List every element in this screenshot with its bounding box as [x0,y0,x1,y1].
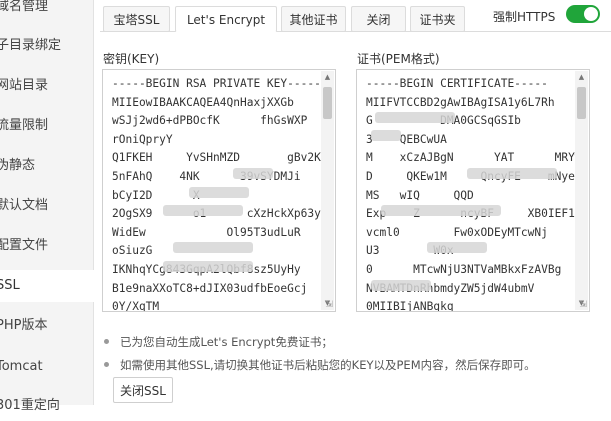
sidebar-item-domain[interactable]: 域名管理 [0,0,93,22]
key-textarea[interactable]: -----BEGIN RSA PRIVATE KEY----- MIIEowIB… [102,69,336,312]
scroll-thumb[interactable] [323,87,332,119]
cert-text: -----BEGIN CERTIFICATE----- MIIFVTCCBD2g… [366,77,578,312]
sidebar-item-default-doc[interactable]: 默认文档 [0,191,93,221]
redaction-blur [427,242,487,253]
redaction-blur [371,130,401,141]
scroll-thumb[interactable] [577,87,586,119]
sidebar-item-subdir[interactable]: 子目录绑定 [0,31,93,61]
sidebar-item-redirect[interactable]: 301重定向 [0,391,93,421]
sidebar-item-config-file[interactable]: 配置文件 [0,231,93,261]
redaction-blur [173,242,253,253]
tab-other-cert[interactable]: 其他证书 [281,6,346,32]
key-scrollbar[interactable]: ▲ ▼ [321,71,334,310]
note-item: 已为您自动生成Let's Encrypt免费证书； [100,334,333,350]
key-label: 密钥(KEY) [103,52,160,66]
tab-bt-ssl[interactable]: 宝塔SSL [103,6,170,32]
tab-lets-encrypt[interactable]: Let's Encrypt [175,6,277,32]
redaction-blur [381,205,501,216]
redaction-blur [163,205,243,216]
close-ssl-button[interactable]: 关闭SSL [113,377,173,403]
tab-cert-folder[interactable]: 证书夹 [410,6,465,32]
bullet-icon [104,362,109,367]
toggle-knob [584,7,598,21]
sidebar-item-site-dir[interactable]: 网站目录 [0,71,93,101]
sidebar-item-rewrite[interactable]: 伪静态 [0,151,93,181]
sidebar-item-php-version[interactable]: PHP版本 [0,311,93,341]
scroll-up-icon[interactable]: ▲ [575,71,588,84]
cert-textarea[interactable]: -----BEGIN CERTIFICATE----- MIIFVTCCBD2g… [356,69,590,312]
redaction-blur [189,187,249,198]
note-item: 如需使用其他SSL,请切换其他证书后粘贴您的KEY以及PEM内容，然后保存即可。 [100,357,536,373]
redaction-blur [375,112,455,123]
bullet-icon [104,339,109,344]
cert-label: 证书(PEM格式) [357,52,440,66]
redaction-blur [233,168,273,179]
sidebar-item-ssl[interactable]: SSL [0,270,94,302]
tab-close[interactable]: 关闭 [351,6,406,32]
cert-scrollbar[interactable]: ▲ ▼ [575,71,588,310]
resize-grip-icon[interactable]: ⇲ [325,300,333,310]
redaction-blur [163,261,253,272]
resize-grip-icon[interactable]: ⇲ [579,300,587,310]
redaction-blur [371,280,431,291]
sidebar-item-traffic-limit[interactable]: 流量限制 [0,111,93,141]
sidebar: 域名管理 子目录绑定 网站目录 流量限制 伪静态 默认文档 配置文件 SSL P… [0,0,94,413]
redaction-blur [467,168,557,179]
force-https-label: 强制HTTPS [493,10,556,24]
force-https-toggle[interactable] [566,5,600,23]
note-text: 已为您自动生成Let's Encrypt免费证书； [120,335,333,349]
sidebar-item-tomcat[interactable]: Tomcat [0,352,93,382]
scroll-up-icon[interactable]: ▲ [321,71,334,84]
note-text: 如需使用其他SSL,请切换其他证书后粘贴您的KEY以及PEM内容，然后保存即可。 [120,358,536,372]
